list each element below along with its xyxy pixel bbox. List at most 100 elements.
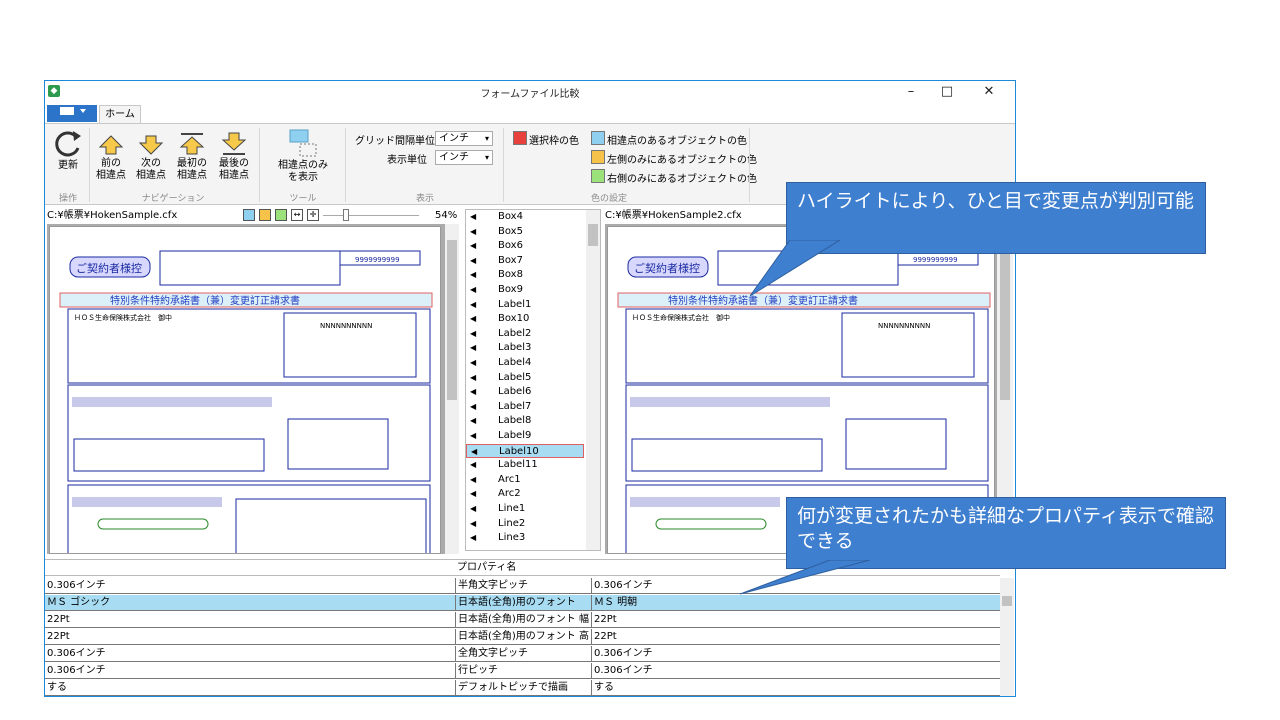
display-unit-select[interactable]: インチ bbox=[435, 150, 493, 165]
list-item[interactable]: ◀ Box10 bbox=[466, 312, 584, 327]
file-menu-button[interactable] bbox=[47, 105, 97, 122]
property-cell-right: 22Pt bbox=[591, 612, 1000, 627]
left-only-filter-toggle[interactable] bbox=[259, 209, 271, 221]
list-item-label: Label8 bbox=[498, 415, 532, 427]
property-scrollbar[interactable] bbox=[1000, 578, 1014, 696]
left-arrow-icon: ◀ bbox=[470, 460, 477, 470]
property-cell-left: 22Pt bbox=[47, 614, 70, 625]
list-item-label: Box7 bbox=[498, 254, 523, 266]
list-item[interactable]: ◀ Line2 bbox=[466, 517, 584, 532]
left-arrow-icon: ◀ bbox=[470, 474, 477, 484]
property-cell-name: 日本語(全角)用のフォント 幅 bbox=[455, 612, 589, 627]
left-vertical-scrollbar[interactable] bbox=[445, 224, 459, 554]
list-item-label: Label2 bbox=[498, 327, 532, 339]
table-row[interactable]: 0.306インチ 全角文字ピッチ 0.306インチ bbox=[45, 646, 1000, 662]
table-row[interactable]: する デフォルトピッチで描画 する bbox=[45, 680, 1000, 696]
table-row[interactable]: 0.306インチ 行ピッチ 0.306インチ bbox=[45, 663, 1000, 679]
list-item[interactable]: ◀ Box8 bbox=[466, 268, 584, 283]
grid-unit-select[interactable]: インチ bbox=[435, 131, 493, 146]
list-item-label: Box8 bbox=[498, 269, 523, 281]
left-arrow-icon: ◀ bbox=[470, 241, 477, 251]
ribbon-separator bbox=[345, 128, 346, 202]
right-only-filter-toggle[interactable] bbox=[275, 209, 287, 221]
diff-only-button[interactable]: 相違点のみ を表示 bbox=[267, 128, 339, 184]
left-arrow-icon: ◀ bbox=[470, 431, 477, 440]
list-item-label: Label1 bbox=[498, 298, 532, 310]
list-item[interactable]: ◀ Label8 bbox=[466, 414, 584, 429]
list-item[interactable]: ◀ Arc2 bbox=[466, 487, 584, 502]
list-item-label: Line1 bbox=[498, 503, 526, 514]
list-item[interactable]: ◀ Label11 bbox=[466, 458, 584, 473]
fit-page-icon[interactable]: ✛ bbox=[307, 209, 319, 221]
left-arrow-icon: ◀ bbox=[470, 285, 477, 294]
next-diff-button[interactable]: 次の 相違点 bbox=[131, 134, 171, 182]
object-list[interactable]: ◀ Box4 ◀ Box5 ◀ Box6 ◀ Box7 ◀ Box8 ◀ Box9 ◀ Label1 ◀ Bo… bbox=[465, 209, 601, 551]
left-arrow-icon: ◀ bbox=[470, 270, 477, 280]
refresh-button[interactable]: 更新 bbox=[51, 128, 85, 172]
arrow-first-icon bbox=[179, 133, 205, 155]
left-document-view[interactable]: ご契約者様控 9999999999 特別条件特約承諾書（兼）変更訂正請求書 ＨＯ… bbox=[49, 226, 441, 554]
list-item-label: Line3 bbox=[498, 532, 526, 544]
prev-diff-button[interactable]: 前の 相違点 bbox=[91, 134, 131, 182]
form-compare-window: ◆ フォームファイル比較 – □ ✕ ホーム 更新 操作 前の 相違点 次の 相… bbox=[44, 80, 1016, 697]
list-item[interactable]: ◀ Label5 bbox=[466, 371, 584, 386]
left-arrow-icon: ◀ bbox=[470, 533, 477, 543]
callout-bottom-pointer bbox=[740, 560, 871, 595]
list-item[interactable]: ◀ Label4 bbox=[466, 356, 584, 371]
list-item-label: Label7 bbox=[498, 400, 532, 412]
diff-obj-color-swatch[interactable] bbox=[591, 131, 605, 145]
list-item[interactable]: ◀ Box9 bbox=[466, 283, 584, 298]
sel-frame-color-swatch[interactable] bbox=[513, 131, 527, 145]
list-item[interactable]: ◀ Label9 bbox=[466, 429, 584, 444]
form-title-left: ご契約者様控 bbox=[76, 261, 142, 275]
refresh-icon bbox=[55, 131, 81, 157]
left-only-color-label: 左側のみにあるオブジェクトの色 bbox=[607, 155, 757, 166]
list-item[interactable]: ◀ Box4 bbox=[466, 210, 584, 225]
zoom-slider-track[interactable] bbox=[323, 215, 419, 216]
list-item-label: Label6 bbox=[498, 386, 532, 398]
group-label-nav: ナビゲーション bbox=[141, 194, 205, 204]
list-item[interactable]: ◀ Label3 bbox=[466, 341, 584, 356]
list-item[interactable]: ◀ Label2 bbox=[466, 327, 584, 342]
ribbon-tabs: ホーム bbox=[45, 103, 1015, 124]
left-arrow-icon: ◀ bbox=[471, 446, 478, 456]
arrow-down-icon bbox=[138, 135, 164, 155]
maximize-button[interactable]: □ bbox=[929, 82, 965, 102]
right-only-color-swatch[interactable] bbox=[591, 169, 605, 183]
list-item[interactable]: ◀ Label6 bbox=[466, 385, 584, 400]
left-arrow-icon: ◀ bbox=[470, 299, 477, 309]
tab-home[interactable]: ホーム bbox=[99, 105, 141, 124]
list-scroll-thumb[interactable] bbox=[588, 224, 598, 246]
left-scroll-thumb[interactable] bbox=[447, 240, 457, 400]
list-item[interactable]: ◀ Box5 bbox=[466, 225, 584, 240]
minimize-button[interactable]: – bbox=[893, 82, 929, 102]
close-button[interactable]: ✕ bbox=[971, 82, 1007, 102]
list-item-label: Label9 bbox=[498, 430, 532, 441]
ribbon-separator bbox=[259, 128, 260, 202]
list-item[interactable]: ◀ Box7 bbox=[466, 254, 584, 269]
list-item[interactable]: ◀ Label1 bbox=[466, 298, 584, 313]
left-only-color-swatch[interactable] bbox=[591, 150, 605, 164]
list-item[interactable]: ◀ Box6 bbox=[466, 239, 584, 254]
ribbon-separator bbox=[89, 128, 90, 202]
diff-filter-toggle[interactable] bbox=[243, 209, 255, 221]
table-row[interactable]: 22Pt 日本語(全角)用のフォント 幅 22Pt bbox=[45, 612, 1000, 628]
list-vertical-scrollbar[interactable] bbox=[586, 210, 600, 550]
property-cell-name: 半角文字ピッチ bbox=[455, 578, 589, 593]
list-item[interactable]: ◀ Line1 bbox=[466, 502, 584, 517]
list-item[interactable]: ◀ Label7 bbox=[466, 400, 584, 415]
property-cell-name: 日本語(全角)用のフォント bbox=[455, 595, 589, 610]
last-diff-button[interactable]: 最後の 相違点 bbox=[213, 132, 255, 182]
arrow-last-icon bbox=[221, 132, 247, 155]
list-item[interactable]: ◀ Label10 bbox=[466, 443, 584, 459]
property-cell-left: 0.306インチ bbox=[47, 665, 106, 676]
list-item[interactable]: ◀ Arc1 bbox=[466, 473, 584, 488]
zoom-slider-thumb[interactable] bbox=[343, 209, 349, 221]
list-item[interactable]: ◀ Line3 bbox=[466, 531, 584, 546]
right-scroll-thumb[interactable] bbox=[1000, 240, 1010, 400]
left-arrow-icon: ◀ bbox=[470, 314, 477, 324]
table-row[interactable]: 22Pt 日本語(全角)用のフォント 高さ 22Pt bbox=[45, 629, 1000, 645]
property-scroll-thumb[interactable] bbox=[1002, 596, 1012, 606]
fit-width-icon[interactable]: ↔ bbox=[291, 209, 303, 221]
first-diff-button[interactable]: 最初の 相違点 bbox=[171, 132, 213, 182]
